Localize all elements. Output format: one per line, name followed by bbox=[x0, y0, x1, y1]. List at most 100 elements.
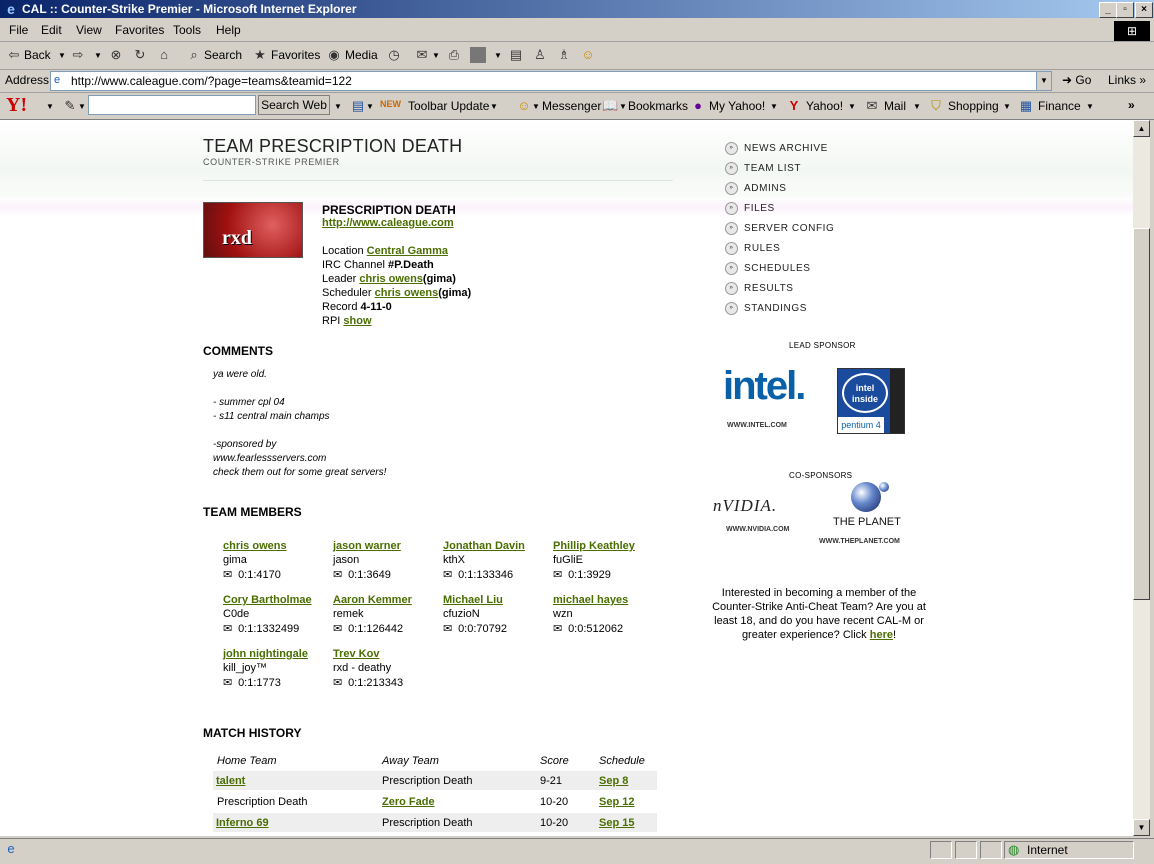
menu-file[interactable]: File bbox=[9, 23, 28, 37]
intel-logo[interactable]: intel. WWW.INTEL.COM bbox=[723, 364, 815, 434]
rpi-show-link[interactable]: show bbox=[343, 315, 371, 327]
home-team-link[interactable]: Inferno 69 bbox=[216, 817, 269, 829]
nvidia-logo[interactable]: nVIDIA. WWW.NVIDIA.COM bbox=[713, 496, 813, 538]
history-icon[interactable]: ◷ bbox=[386, 47, 402, 63]
back-button[interactable]: Back bbox=[24, 48, 51, 62]
menu-edit[interactable]: Edit bbox=[41, 23, 62, 37]
schedule-link[interactable]: Sep 8 bbox=[599, 775, 628, 787]
search-web-button[interactable]: Search Web bbox=[258, 95, 330, 115]
close-button[interactable]: × bbox=[1135, 2, 1153, 18]
location-link[interactable]: Central Gamma bbox=[367, 245, 448, 257]
vertical-scrollbar[interactable]: ▲ ▼ bbox=[1133, 120, 1150, 836]
away-team-link[interactable]: Zero Fade bbox=[382, 796, 435, 808]
envelope-icon[interactable]: ✉ bbox=[333, 622, 345, 635]
member-name-link[interactable]: Aaron Kemmer bbox=[333, 594, 443, 608]
bookmarks-icon[interactable]: 📖 bbox=[602, 98, 618, 114]
the-planet-logo[interactable]: THE PLANET WWW.THEPLANET.COM bbox=[817, 480, 913, 550]
member-name-link[interactable]: Jonathan Davin bbox=[443, 540, 553, 554]
yahoo-search-field[interactable] bbox=[88, 95, 256, 115]
yahoo-logo[interactable]: Y! bbox=[6, 94, 27, 117]
member-name-link[interactable]: Trev Kov bbox=[333, 648, 443, 662]
mail-dropdown-icon[interactable]: ▼ bbox=[432, 51, 440, 60]
menu-help[interactable]: Help bbox=[216, 23, 241, 37]
forward-arrow-icon[interactable]: ⇨ bbox=[70, 47, 86, 63]
media-icon[interactable]: ◉ bbox=[326, 47, 342, 63]
search-dropdown-icon[interactable]: ▼ bbox=[334, 102, 342, 111]
schedule-link[interactable]: Sep 15 bbox=[599, 817, 634, 829]
edit-icon[interactable] bbox=[470, 47, 486, 63]
print-icon[interactable]: ⎙ bbox=[446, 47, 462, 63]
favorites-button[interactable]: Favorites bbox=[271, 48, 320, 62]
yahoo-menu-dropdown-icon[interactable]: ▼ bbox=[848, 102, 856, 111]
envelope-icon[interactable]: ✉ bbox=[443, 622, 455, 635]
media-button[interactable]: Media bbox=[345, 48, 378, 62]
mail-icon[interactable]: ✉ bbox=[414, 47, 430, 63]
edit-dropdown-icon[interactable]: ▼ bbox=[494, 51, 502, 60]
layout-icon[interactable]: ▤ bbox=[350, 98, 366, 114]
go-button[interactable]: ➜ Go bbox=[1062, 73, 1091, 87]
envelope-icon[interactable]: ✉ bbox=[223, 568, 235, 581]
envelope-icon[interactable]: ✉ bbox=[333, 568, 345, 581]
member-name-link[interactable]: Michael Liu bbox=[443, 594, 553, 608]
scheduler-link[interactable]: chris owens bbox=[375, 287, 439, 299]
favorites-star-icon[interactable]: ★ bbox=[252, 47, 268, 63]
envelope-icon[interactable]: ✉ bbox=[223, 676, 235, 689]
member-name-link[interactable]: jason warner bbox=[333, 540, 443, 554]
leader-link[interactable]: chris owens bbox=[359, 273, 423, 285]
refresh-icon[interactable]: ↻ bbox=[132, 47, 148, 63]
smiley-icon[interactable]: ☺ bbox=[580, 47, 596, 63]
yahoo-dropdown-icon[interactable]: ▼ bbox=[46, 102, 54, 111]
envelope-icon[interactable]: ✉ bbox=[553, 622, 565, 635]
menu-tools[interactable]: Tools bbox=[173, 23, 201, 37]
menu-favorites[interactable]: Favorites bbox=[115, 23, 164, 37]
maximize-button[interactable]: ▫ bbox=[1116, 2, 1134, 18]
shopping-dropdown-icon[interactable]: ▼ bbox=[1003, 102, 1011, 111]
home-team-link[interactable]: talent bbox=[216, 775, 245, 787]
menu-view[interactable]: View bbox=[76, 23, 102, 37]
nav-item-results[interactable]: » RESULTS bbox=[725, 282, 794, 295]
minimize-button[interactable]: _ bbox=[1099, 2, 1117, 18]
toolbar-overflow-icon[interactable]: » bbox=[1128, 98, 1135, 112]
finance-dropdown-icon[interactable]: ▼ bbox=[1086, 102, 1094, 111]
stop-icon[interactable]: ⊗ bbox=[108, 47, 124, 63]
member-name-link[interactable]: michael hayes bbox=[553, 594, 663, 608]
envelope-icon[interactable]: ✉ bbox=[333, 676, 345, 689]
finance-chart-icon[interactable]: ▦ bbox=[1018, 98, 1034, 114]
nav-item-server-config[interactable]: » SERVER CONFIG bbox=[725, 222, 834, 235]
envelope-icon[interactable]: ✉ bbox=[223, 622, 235, 635]
back-arrow-icon[interactable]: ⇦ bbox=[6, 47, 22, 63]
mail-envelope-icon[interactable]: ✉ bbox=[864, 98, 880, 114]
yahoo-search-input[interactable] bbox=[89, 96, 253, 112]
bookmarks-button[interactable]: Bookmarks bbox=[628, 99, 688, 113]
research-icon[interactable]: ♗ bbox=[556, 47, 572, 63]
messenger-dropdown-icon[interactable]: ▼ bbox=[532, 102, 540, 111]
address-dropdown-icon[interactable]: ▼ bbox=[1036, 71, 1052, 91]
messenger-button[interactable]: Messenger bbox=[542, 99, 601, 113]
member-name-link[interactable]: john nightingale bbox=[223, 648, 333, 662]
nav-item-admins[interactable]: » ADMINS bbox=[725, 182, 787, 195]
messenger-smiley-icon[interactable]: ☺ bbox=[516, 98, 532, 114]
promo-here-link[interactable]: here bbox=[870, 629, 893, 641]
intel-inside-pentium-logo[interactable]: intel inside pentium 4 bbox=[837, 368, 905, 434]
team-website-link[interactable]: http://www.caleague.com bbox=[322, 217, 454, 229]
my-yahoo-icon[interactable]: ● bbox=[690, 98, 706, 114]
address-field[interactable]: e bbox=[50, 71, 1037, 91]
mail-button[interactable]: Mail bbox=[884, 99, 906, 113]
my-yahoo-dropdown-icon[interactable]: ▼ bbox=[770, 102, 778, 111]
nav-item-schedules[interactable]: » SCHEDULES bbox=[725, 262, 811, 275]
address-input[interactable] bbox=[71, 73, 1011, 88]
discuss-icon[interactable]: ▤ bbox=[508, 47, 524, 63]
schedule-link[interactable]: Sep 12 bbox=[599, 796, 634, 808]
member-name-link[interactable]: Phillip Keathley bbox=[553, 540, 663, 554]
yahoo-button[interactable]: Yahoo! bbox=[806, 99, 843, 113]
my-yahoo-button[interactable]: My Yahoo! bbox=[709, 99, 765, 113]
member-name-link[interactable]: chris owens bbox=[223, 540, 333, 554]
member-name-link[interactable]: Cory Bartholmae bbox=[223, 594, 333, 608]
bookmarks-dropdown-icon[interactable]: ▼ bbox=[619, 102, 627, 111]
scrollbar-thumb[interactable] bbox=[1133, 228, 1150, 600]
pencil-icon[interactable]: ✎ bbox=[62, 98, 78, 114]
yahoo-y-icon[interactable]: Y bbox=[786, 98, 802, 114]
envelope-icon[interactable]: ✉ bbox=[553, 568, 565, 581]
nav-item-team-list[interactable]: » TEAM LIST bbox=[725, 162, 801, 175]
mail-menu-dropdown-icon[interactable]: ▼ bbox=[913, 102, 921, 111]
